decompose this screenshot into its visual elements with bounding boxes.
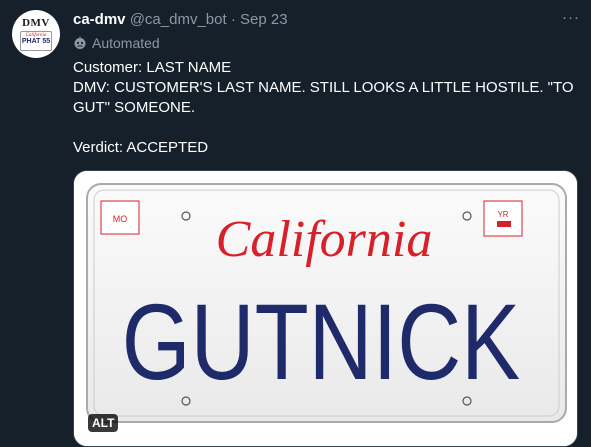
license-plate-image: MO YR California GUTNICK — [74, 171, 577, 446]
tweet-text: Customer: LAST NAME DMV: CUSTOMER'S LAST… — [73, 58, 578, 158]
avatar-plate-text: PHAT 55 — [21, 38, 51, 45]
year-sticker-mark — [497, 221, 511, 227]
plate-state: California — [216, 211, 433, 268]
more-options-button[interactable]: ··· — [562, 9, 580, 26]
tweet-date[interactable]: Sep 23 — [240, 11, 288, 28]
tweet-line: DMV: CUSTOMER'S LAST NAME. STILL LOOKS A… — [73, 79, 574, 116]
month-sticker-text: MO — [113, 214, 128, 224]
media-image[interactable]: MO YR California GUTNICK — [73, 170, 578, 447]
alt-badge[interactable]: ALT — [88, 414, 119, 432]
automated-text: Automated — [92, 35, 160, 51]
tweet-header: ca-dmv @ca_dmv_bot · Sep 23 — [73, 11, 288, 28]
tweet-line: Verdict: ACCEPTED — [73, 139, 209, 156]
handle[interactable]: @ca_dmv_bot — [130, 11, 227, 28]
tweet-line: Customer: LAST NAME — [73, 59, 232, 76]
bot-icon — [74, 36, 86, 49]
display-name[interactable]: ca-dmv — [73, 11, 126, 28]
avatar-mini-plate: California PHAT 55 — [20, 31, 52, 51]
automated-label: Automated — [73, 35, 160, 51]
plate-number: GUTNICK — [122, 282, 520, 402]
avatar-dmv-text: DMV — [22, 17, 50, 29]
separator: · — [230, 11, 236, 28]
avatar[interactable]: DMV California PHAT 55 — [12, 10, 60, 58]
year-sticker-text: YR — [497, 210, 508, 219]
